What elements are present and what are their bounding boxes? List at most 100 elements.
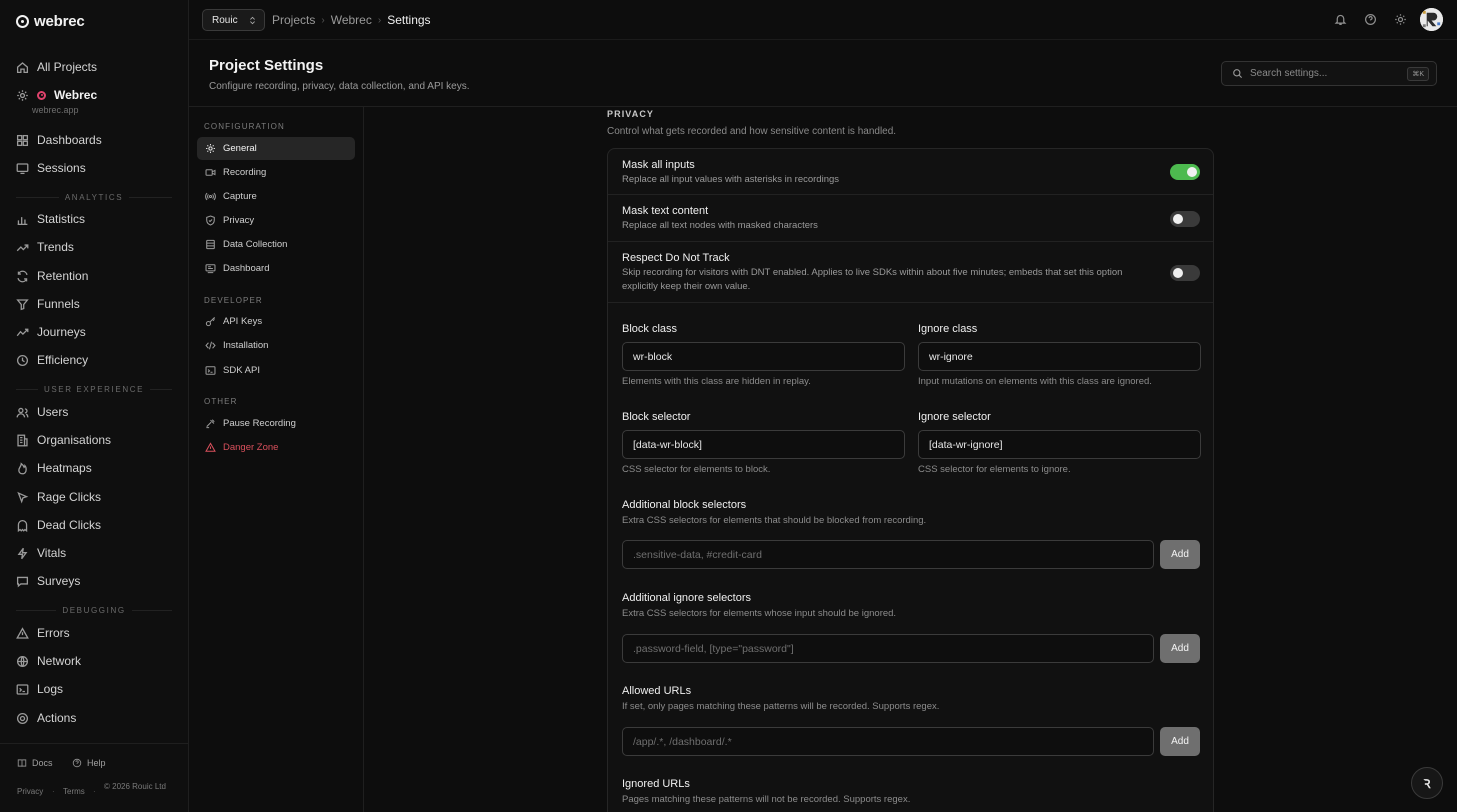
- sidebar-item-journeys[interactable]: Journeys: [16, 322, 86, 342]
- block-selector-input[interactable]: [data-wr-block]: [622, 430, 905, 459]
- add-allowed-url-button[interactable]: Add: [1160, 727, 1200, 756]
- sidebar-item-trends[interactable]: Trends: [16, 237, 74, 257]
- app-root: webrec All Projects Webrec webrec.app Da…: [0, 0, 1457, 812]
- settings-item-danger-zone[interactable]: Danger Zone: [197, 436, 355, 459]
- breadcrumb-webrec[interactable]: Webrec: [331, 13, 372, 27]
- help-link[interactable]: Help: [72, 758, 106, 768]
- settings-item-general[interactable]: General: [197, 137, 355, 160]
- sun-icon[interactable]: [1394, 13, 1407, 26]
- settings-item-label: Danger Zone: [223, 442, 279, 453]
- help-icon[interactable]: [1364, 13, 1377, 26]
- breadcrumb-projects[interactable]: Projects: [272, 13, 315, 27]
- mask-inputs-toggle[interactable]: [1170, 164, 1200, 180]
- settings-item-label: Data Collection: [223, 239, 288, 250]
- org-switcher[interactable]: Rouic: [202, 9, 265, 31]
- sidebar-item-organisations[interactable]: Organisations: [16, 430, 111, 450]
- terms-link[interactable]: Terms: [63, 786, 85, 797]
- settings-item-sdk-api[interactable]: SDK API: [197, 359, 355, 382]
- project-color-dot: [37, 90, 46, 100]
- top-bar: Rouic Projects › Webrec › Settings: [189, 0, 1457, 40]
- floating-widget-button[interactable]: Ꝛ: [1411, 767, 1443, 799]
- search-input[interactable]: Search settings...: [1250, 68, 1400, 79]
- ignored-urls-help: Pages matching these patterns will not b…: [622, 794, 911, 805]
- dnt-toggle[interactable]: [1170, 265, 1200, 281]
- sidebar-item-network[interactable]: Network: [16, 651, 81, 671]
- sidebar-item-dead-clicks[interactable]: Dead Clicks: [16, 515, 101, 535]
- settings-item-label: API Keys: [223, 316, 263, 327]
- avatar[interactable]: [1420, 8, 1443, 31]
- sidebar-item-actions[interactable]: Actions: [16, 708, 76, 728]
- sidebar-item-label: Heatmaps: [37, 461, 92, 475]
- mask-text-toggle[interactable]: [1170, 211, 1200, 227]
- section-header-analytics: ANALYTICS: [16, 193, 172, 202]
- app-logo[interactable]: webrec: [16, 13, 85, 30]
- cursor-icon: [17, 491, 29, 503]
- add-ignore-selector-button[interactable]: Add: [1160, 634, 1200, 663]
- additional-ignore-input[interactable]: .password-field, [type="password"]: [622, 634, 1154, 663]
- sidebar-item-project[interactable]: Webrec: [16, 85, 97, 105]
- settings-item-pause-recording[interactable]: Pause Recording: [197, 412, 355, 435]
- sidebar-item-logs[interactable]: Logs: [16, 679, 63, 699]
- sidebar-item-surveys[interactable]: Surveys: [16, 571, 80, 591]
- settings-item-label: Dashboard: [223, 263, 270, 274]
- sidebar-item-vitals[interactable]: Vitals: [16, 543, 66, 563]
- settings-search[interactable]: Search settings... ⌘K: [1221, 61, 1437, 86]
- sidebar-item-heatmaps[interactable]: Heatmaps: [16, 458, 92, 478]
- search-icon: [1233, 69, 1243, 79]
- sidebar-item-funnels[interactable]: Funnels: [16, 294, 80, 314]
- ignore-class-input[interactable]: wr-ignore: [918, 342, 1201, 371]
- privacy-section-title: PRIVACY: [607, 109, 655, 119]
- settings-item-label: Privacy: [223, 215, 255, 226]
- page-title: Project Settings: [209, 57, 324, 74]
- privacy-link[interactable]: Privacy: [17, 786, 43, 797]
- sidebar-item-label: Vitals: [37, 546, 67, 560]
- org-name: Rouic: [212, 14, 238, 26]
- trend-icon: [16, 243, 29, 251]
- settings-item-api-keys[interactable]: API Keys: [197, 310, 355, 333]
- ignore-selector-label: Ignore selector: [918, 411, 991, 423]
- settings-group-developer: DEVELOPER: [204, 296, 263, 305]
- gear-icon: [206, 144, 215, 153]
- sidebar-item-all-projects[interactable]: All Projects: [16, 57, 97, 77]
- bell-icon[interactable]: [1334, 13, 1347, 26]
- settings-item-data-collection[interactable]: Data Collection: [197, 233, 355, 256]
- sidebar-item-sessions[interactable]: Sessions: [16, 158, 86, 178]
- sidebar-item-label: Efficiency: [37, 353, 89, 367]
- additional-block-input[interactable]: .sensitive-data, #credit-card: [622, 540, 1154, 569]
- users-icon: [16, 407, 29, 417]
- settings-item-dashboard[interactable]: Dashboard: [197, 257, 355, 280]
- add-block-selector-button[interactable]: Add: [1160, 540, 1200, 569]
- docs-link[interactable]: Docs: [17, 758, 53, 768]
- sidebar-item-dashboards[interactable]: Dashboards: [16, 130, 102, 150]
- sidebar-item-label: Network: [37, 654, 82, 668]
- settings-item-label: SDK API: [223, 365, 260, 376]
- sidebar-item-statistics[interactable]: Statistics: [16, 209, 85, 229]
- footer-dot-separator: ·: [52, 787, 55, 796]
- settings-item-capture[interactable]: Capture: [197, 185, 355, 208]
- sidebar-item-users[interactable]: Users: [16, 402, 68, 422]
- key-icon: [205, 317, 215, 327]
- block-selector-help: CSS selector for elements to block.: [622, 464, 771, 475]
- settings-item-recording[interactable]: Recording: [197, 161, 355, 184]
- clock-icon: [16, 354, 29, 366]
- shield-icon: [206, 215, 215, 226]
- sidebar-item-rage-clicks[interactable]: Rage Clicks: [16, 487, 101, 507]
- sidebar-item-retention[interactable]: Retention: [16, 266, 88, 286]
- sidebar-item-label: Logs: [37, 682, 64, 696]
- settings-item-installation[interactable]: Installation: [197, 334, 355, 357]
- broadcast-icon: [205, 192, 216, 201]
- ignore-selector-input[interactable]: [data-wr-ignore]: [918, 430, 1201, 459]
- settings-item-privacy[interactable]: Privacy: [197, 209, 355, 232]
- sidebar-item-errors[interactable]: Errors: [16, 623, 70, 643]
- copyright: © 2026 Rouic Ltd: [104, 782, 166, 791]
- breadcrumb-chevron-icon: ›: [377, 14, 382, 26]
- additional-ignore-label: Additional ignore selectors: [622, 592, 752, 604]
- ghost-icon: [17, 519, 28, 532]
- gear-icon[interactable]: [16, 89, 29, 102]
- sidebar-item-efficiency[interactable]: Efficiency: [16, 350, 88, 370]
- video-icon: [205, 169, 216, 176]
- search-shortcut: ⌘K: [1407, 66, 1429, 81]
- block-class-input[interactable]: wr-block: [622, 342, 905, 371]
- allowed-urls-input[interactable]: /app/.*, /dashboard/.*: [622, 727, 1154, 756]
- additional-block-help: Extra CSS selectors for elements that sh…: [622, 515, 927, 526]
